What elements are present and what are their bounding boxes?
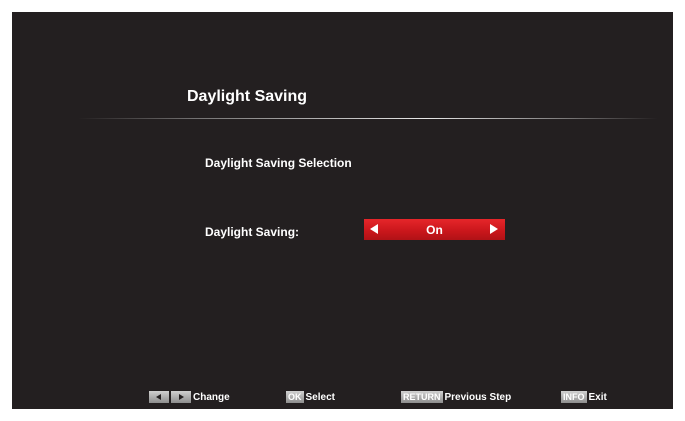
menu-subtitle: Daylight Saving Selection (205, 156, 352, 170)
return-key: RETURN (401, 391, 443, 403)
info-key: INFO (561, 391, 587, 403)
title-divider (78, 118, 658, 119)
hint-change-label: Change (193, 391, 230, 403)
hint-previous-step: RETURN Previous Step (401, 390, 511, 404)
hint-exit-label: Exit (588, 391, 607, 403)
tv-menu-screen: Daylight Saving Daylight Saving Selectio… (12, 12, 673, 409)
right-key-icon (171, 391, 191, 403)
daylight-saving-selector[interactable]: On (364, 219, 505, 240)
hint-select: OK Select (286, 390, 335, 404)
daylight-saving-label: Daylight Saving: (205, 225, 300, 239)
left-key-icon (149, 391, 169, 403)
menu-title: Daylight Saving (187, 88, 308, 105)
hint-previous-label: Previous Step (444, 391, 512, 403)
hint-exit: INFO Exit (561, 390, 607, 404)
daylight-saving-value: On (426, 223, 443, 237)
hint-select-label: Select (305, 391, 335, 403)
footer-hints: Change OK Select RETURN Previous Step IN… (12, 390, 673, 404)
ok-key: OK (286, 391, 304, 403)
right-arrow-icon[interactable] (490, 224, 498, 234)
hint-change: Change (149, 390, 230, 404)
